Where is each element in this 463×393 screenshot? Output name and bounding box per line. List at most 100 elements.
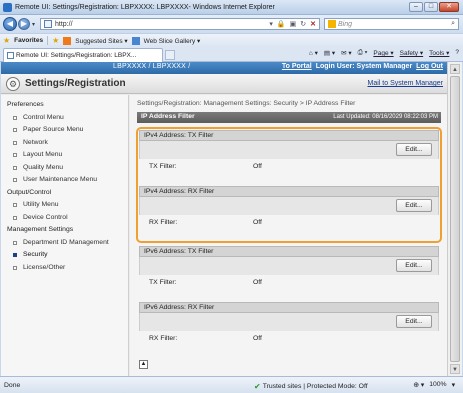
sidebar-item-user-maintenance-menu[interactable]: User Maintenance Menu — [1, 174, 128, 187]
sidebar-item-control-menu[interactable]: Control Menu — [1, 112, 128, 125]
panel-title: IP Address Filter — [141, 113, 195, 120]
scroll-thumb[interactable] — [450, 76, 460, 362]
edit-ipv4-rx-button[interactable]: Edit... — [396, 199, 432, 212]
minimize-button[interactable]: – — [409, 2, 423, 12]
security-zone[interactable]: ✔ Trusted sites | Protected Mode: Off — [254, 382, 368, 391]
new-tab-button[interactable] — [165, 50, 175, 60]
zoom-dropdown-icon[interactable]: ▾ — [452, 381, 455, 389]
refresh-icon[interactable]: ↻ — [300, 20, 306, 28]
sidebar-item-license-other[interactable]: License/Other — [1, 262, 128, 275]
tab-remote-ui[interactable]: Remote UI: Settings/Registration: LBPX..… — [3, 48, 163, 62]
section-button-row: Edit... — [139, 257, 439, 275]
section-ipv4-tx: IPv4 Address: TX Filter Edit... TX Filte… — [139, 130, 439, 174]
print-button[interactable]: ⎙ ▾ — [358, 49, 368, 57]
section-ipv4-rx: IPv4 Address: RX Filter Edit... RX Filte… — [139, 186, 439, 230]
edit-ipv4-tx-button[interactable]: Edit... — [396, 143, 432, 156]
sidebar: Preferences Control Menu Paper Source Me… — [1, 95, 129, 376]
section-button-row: Edit... — [139, 197, 439, 215]
setting-value: Off — [253, 335, 262, 342]
breadcrumb: Settings/Registration: Management Settin… — [137, 100, 356, 107]
feeds-button[interactable]: ▤ ▾ — [324, 49, 335, 57]
sidebar-item-label: Network — [23, 138, 48, 146]
sidebar-item-device-control[interactable]: Device Control — [1, 212, 128, 225]
edit-ipv6-rx-button[interactable]: Edit... — [396, 315, 432, 328]
bullet-icon — [13, 115, 17, 120]
sidebar-item-quality-menu[interactable]: Quality Menu — [1, 162, 128, 175]
setting-label: RX Filter: — [149, 219, 178, 226]
sidebar-heading-management-settings: Management Settings — [7, 226, 74, 233]
page-menu[interactable]: Page ▾ — [373, 49, 393, 57]
search-box[interactable]: Bing ⌕ — [324, 18, 459, 30]
bullet-active-icon — [13, 253, 17, 258]
forward-button[interactable]: ▶ — [18, 18, 30, 30]
address-input[interactable]: http:// — [55, 21, 73, 28]
sidebar-item-label: Paper Source Menu — [23, 126, 84, 133]
read-mail-button[interactable]: ✉ ▾ — [341, 49, 352, 57]
bullet-icon — [13, 153, 17, 158]
logout-link[interactable]: Log Out — [416, 63, 443, 70]
zoom-controls: ⊕ ▾ 100% ▾ — [413, 381, 455, 389]
device-model: LBPXXXX / LBPXXXX / — [113, 63, 191, 70]
safety-menu[interactable]: Safety ▾ — [400, 49, 424, 57]
bing-icon — [328, 20, 336, 28]
lock-icon[interactable]: 🔒 — [277, 20, 286, 28]
bullet-icon — [13, 165, 17, 170]
scroll-down-arrow-icon[interactable]: ▼ — [450, 364, 460, 374]
tools-menu[interactable]: Tools ▾ — [429, 49, 449, 57]
recent-pages-dropdown[interactable]: ▾ — [32, 21, 35, 28]
web-slice-link[interactable]: Web Slice Gallery ▾ — [144, 37, 201, 45]
setting-row: RX Filter: Off — [139, 331, 439, 346]
search-input[interactable]: Bing — [338, 21, 352, 28]
web-slice-icon — [131, 36, 140, 45]
stop-icon[interactable]: ✕ — [310, 20, 316, 28]
favorites-button[interactable]: Favorites — [14, 37, 43, 44]
scroll-up-arrow-icon[interactable]: ▲ — [450, 64, 460, 74]
suggested-sites-link[interactable]: Suggested Sites ▾ — [75, 37, 127, 45]
trusted-check-icon: ✔ — [254, 382, 261, 391]
tab-page-icon — [7, 52, 14, 59]
back-button[interactable]: ◀ — [3, 17, 17, 31]
ie-icon — [3, 2, 12, 12]
setting-label: TX Filter: — [149, 163, 177, 170]
compatibility-icon[interactable]: ▣ — [290, 20, 297, 28]
sidebar-item-security[interactable]: Security — [1, 249, 128, 262]
sidebar-item-utility-menu[interactable]: Utility Menu — [1, 199, 128, 212]
sidebar-item-label: Utility Menu — [23, 201, 59, 208]
back-to-top-button[interactable]: ▲ — [139, 360, 148, 369]
section-ipv6-tx: IPv6 Address: TX Filter Edit... TX Filte… — [139, 246, 439, 290]
bullet-icon — [13, 140, 17, 145]
sidebar-item-label: Department ID Management — [23, 238, 109, 246]
bullet-icon — [13, 203, 17, 208]
add-favorite-icon[interactable]: ★ — [52, 36, 59, 45]
vertical-scrollbar[interactable]: ▲ ▼ — [447, 62, 462, 376]
bullet-icon — [13, 178, 17, 183]
sidebar-item-network[interactable]: Network — [1, 137, 128, 150]
address-icons: ▾ 🔒 ▣ ↻ ✕ — [269, 20, 316, 28]
mail-system-manager-link[interactable]: Mail to System Manager — [368, 80, 443, 87]
address-bar[interactable]: http:// ▾ 🔒 ▣ ↻ ✕ — [40, 18, 320, 30]
protected-mode-icon[interactable]: ⊕ ▾ — [413, 381, 424, 389]
sidebar-item-paper-source-menu[interactable]: Paper Source Menu — [1, 124, 128, 137]
sidebar-item-layout-menu[interactable]: Layout Menu — [1, 149, 128, 162]
section-ipv6-rx: IPv6 Address: RX Filter Edit... RX Filte… — [139, 302, 439, 346]
sidebar-heading-preferences: Preferences — [7, 101, 44, 108]
command-bar: ⌂ ▾ ▤ ▾ ✉ ▾ ⎙ ▾ Page ▾ Safety ▾ Tools ▾ … — [309, 49, 459, 57]
sidebar-item-label: Device Control — [23, 213, 68, 221]
setting-label: RX Filter: — [149, 335, 178, 342]
search-icon[interactable]: ⌕ — [451, 20, 455, 28]
maximize-button[interactable]: □ — [424, 2, 438, 12]
sidebar-item-label: Quality Menu — [23, 163, 64, 171]
edit-ipv6-tx-button[interactable]: Edit... — [396, 259, 432, 272]
home-button[interactable]: ⌂ ▾ — [309, 49, 318, 57]
to-portal-link[interactable]: To Portal — [282, 63, 312, 70]
favorites-star-icon[interactable]: ★ — [3, 36, 10, 45]
sidebar-item-department-id-management[interactable]: Department ID Management — [1, 237, 128, 250]
suggested-sites-icon — [63, 36, 72, 45]
help-icon[interactable]: ? — [455, 49, 459, 57]
device-links: To Portal Login User: System Manager Log… — [282, 63, 443, 70]
close-button[interactable]: ✕ — [439, 2, 459, 12]
section-button-row: Edit... — [139, 313, 439, 331]
address-dropdown-icon[interactable]: ▾ — [269, 20, 273, 28]
zoom-level[interactable]: 100% — [429, 381, 446, 389]
section-title: IPv6 Address: RX Filter — [139, 302, 439, 313]
